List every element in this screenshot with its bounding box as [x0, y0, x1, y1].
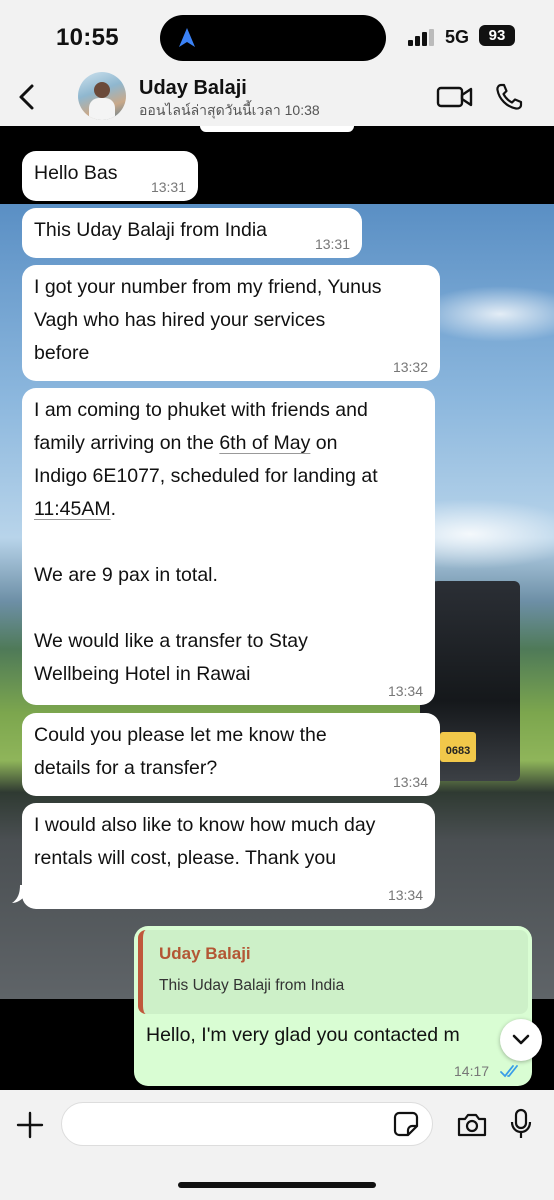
read-receipt-icon [500, 1065, 518, 1078]
message-time: 13:31 [314, 236, 350, 252]
signal-icon [408, 29, 434, 46]
message-bubble[interactable]: This Uday Balaji from India 13:31 [22, 208, 362, 258]
navigation-arrow-icon [179, 28, 195, 47]
message-text: Could you please let me know the details… [34, 724, 327, 779]
quoted-text: This Uday Balaji from India [159, 977, 345, 994]
date-link[interactable]: 6th of May [219, 432, 310, 454]
composer-bar [0, 1090, 554, 1200]
plus-icon[interactable] [15, 1110, 45, 1140]
outgoing-message-bubble[interactable]: Uday Balaji This Uday Balaji from India … [134, 926, 532, 1086]
avatar-head [94, 82, 110, 98]
bubble-tail [12, 885, 24, 903]
chat-header: 10:55 5G 93 Uday Balaji ออนไลน์ล่าสุดวัน… [0, 0, 554, 126]
back-button[interactable] [12, 80, 42, 114]
message-input[interactable] [61, 1102, 433, 1146]
message-text: Hello, I'm very glad you contacted m [146, 1024, 460, 1046]
time-link[interactable]: 11:45AM [34, 498, 111, 520]
quoted-reply[interactable]: Uday Balaji This Uday Balaji from India [138, 930, 528, 1014]
message-text: I would also like to know how much day r… [34, 814, 376, 869]
sticker-icon[interactable] [393, 1111, 419, 1137]
message-time: 13:31 [150, 179, 186, 195]
previous-message-edge [200, 126, 354, 132]
contact-name[interactable]: Uday Balaji [139, 77, 247, 100]
message-bubble[interactable]: Hello Bas 13:31 [22, 151, 198, 201]
wallpaper-license-plate: 0683 [440, 732, 476, 762]
message-text: This Uday Balaji from India [34, 219, 268, 241]
message-time: 14:17 [454, 1063, 490, 1079]
network-type: 5G [445, 27, 470, 47]
message-bubble[interactable]: I got your number from my friend, Yunus … [22, 265, 440, 381]
status-time: 10:55 [56, 24, 119, 51]
microphone-icon[interactable] [510, 1108, 532, 1140]
chat-area[interactable]: 0683 Hello Bas 13:31 This Uday Balaji fr… [0, 126, 554, 1090]
message-bubble[interactable]: I am coming to phuket with friends and f… [22, 388, 435, 705]
phone-call-icon[interactable] [494, 82, 524, 112]
last-seen-status: ออนไลน์ล่าสุดวันนี้เวลา 10:38 [139, 102, 320, 118]
message-text: I got your number from my friend, Yunus … [34, 276, 382, 364]
message-time: 13:32 [392, 359, 428, 375]
message-bubble[interactable]: I would also like to know how much day r… [22, 803, 435, 909]
video-call-icon[interactable] [436, 83, 474, 111]
avatar[interactable] [78, 72, 126, 120]
message-time: 13:34 [392, 774, 428, 790]
camera-icon[interactable] [456, 1112, 488, 1138]
avatar-body [89, 98, 115, 120]
message-bubble[interactable]: Could you please let me know the details… [22, 713, 440, 796]
message-time: 13:34 [387, 683, 423, 699]
quoted-sender-name: Uday Balaji [159, 944, 251, 963]
chevron-down-icon [512, 1034, 530, 1045]
home-indicator[interactable] [178, 1182, 376, 1188]
scroll-to-bottom-button[interactable] [500, 1019, 542, 1061]
message-text: I am coming to phuket with friends and f… [34, 399, 378, 685]
message-time: 13:34 [387, 887, 423, 903]
battery-indicator: 93 [479, 25, 515, 46]
